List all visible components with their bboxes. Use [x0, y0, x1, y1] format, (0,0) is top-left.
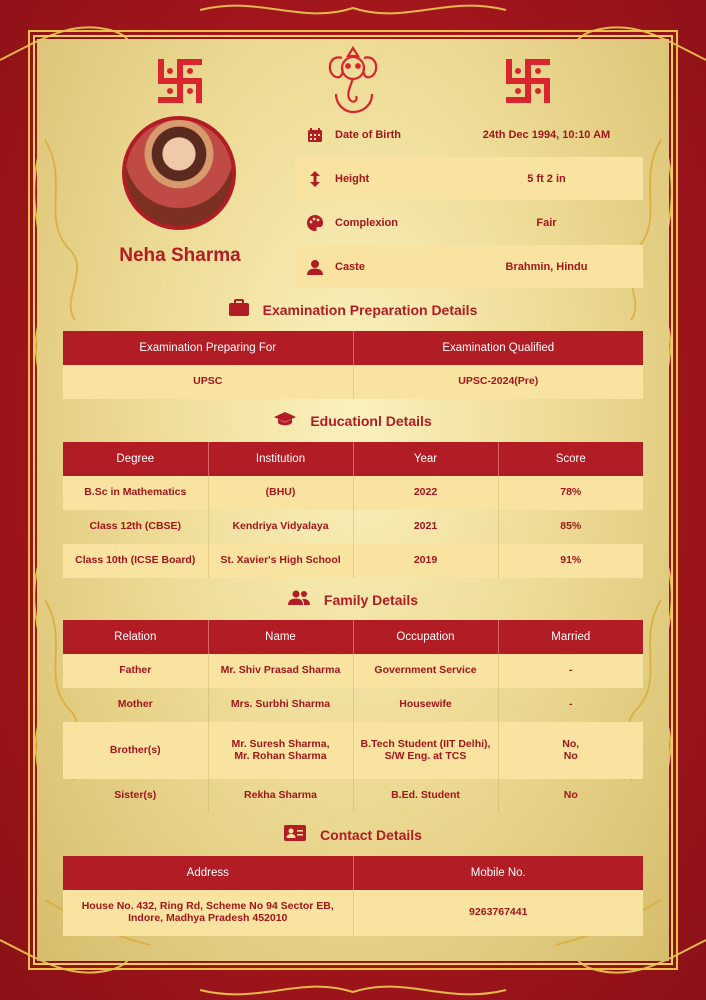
contact-table: Address Mobile No. House No. 432, Ring R… [63, 856, 643, 936]
table-row: Class 10th (ICSE Board) St. Xavier's Hig… [63, 544, 643, 578]
height-label: Height [335, 172, 370, 185]
table-row: Father Mr. Shiv Prasad Sharma Government… [63, 654, 643, 688]
family-section-title: Family Details [63, 586, 643, 614]
education-cell: 2021 [352, 510, 498, 544]
info-row-height: Height 5 ft 2 in [295, 157, 643, 200]
dob-label: Date of Birth [335, 128, 401, 141]
info-row-caste: Caste Brahmin, Hindu [295, 245, 643, 288]
person-icon [295, 259, 335, 275]
dob-value: 24th Dec 1994, 10:10 AM [482, 128, 611, 141]
education-cell: 85% [497, 510, 643, 544]
education-cell: Kendriya Vidyalaya [207, 510, 353, 544]
family-cell: Mother [117, 698, 153, 711]
calendar-icon [295, 127, 335, 143]
education-cell: Class 10th (ICSE Board) [63, 544, 208, 578]
family-cell: Sister(s) [114, 789, 157, 802]
palette-icon [295, 214, 335, 232]
complexion-value: Fair [536, 216, 557, 229]
family-header: Married [498, 620, 643, 654]
swastik-icon [158, 59, 202, 103]
profile-photo [122, 116, 236, 230]
family-cell: Government Service [352, 654, 498, 688]
table-row: Mother Mrs. Surbhi Sharma Housewife - [63, 688, 643, 722]
ganesha-icon [328, 45, 378, 114]
table-row: Brother(s) Mr. Suresh Sharma, Mr. Rohan … [63, 722, 643, 779]
address-cell: House No. 432, Ring Rd, Scheme No 94 Sec… [63, 890, 353, 936]
info-row-dob: Date of Birth 24th Dec 1994, 10:10 AM [295, 113, 643, 156]
family-cell: B.Ed. Student [352, 779, 498, 813]
education-cell: (BHU) [207, 476, 353, 510]
education-header: Score [498, 442, 643, 476]
family-title: Family Details [323, 592, 419, 608]
height-value: 5 ft 2 in [527, 172, 566, 185]
exam-title: Examination Preparation Details [262, 302, 478, 318]
education-cell: 91% [497, 544, 643, 578]
education-cell: B.Sc in Mathematics [63, 476, 208, 510]
education-cell: St. Xavier's High School [207, 544, 353, 578]
family-table: Relation Name Occupation Married Father … [63, 620, 643, 813]
swastik-icon [506, 59, 550, 103]
education-section-title: Educationl Details [63, 407, 643, 435]
exam-cell: UPSC [63, 365, 353, 399]
contact-title: Contact Details [320, 827, 422, 843]
family-cell: - [497, 654, 643, 688]
family-cell: Brother(s) [63, 722, 208, 779]
graduation-cap-icon [274, 411, 297, 432]
education-header: Degree [63, 442, 209, 476]
exam-section-title: Examination Preparation Details [63, 296, 643, 324]
exam-table: Examination Preparing For Examination Qu… [63, 331, 643, 399]
education-title: Educationl Details [310, 413, 432, 429]
profile-name: Neha Sharma [119, 245, 241, 266]
table-row: UPSC UPSC-2024(Pre) [63, 365, 643, 399]
exam-header: Examination Preparing For [63, 331, 354, 365]
education-header: Institution [208, 442, 354, 476]
education-cell: 2022 [352, 476, 498, 510]
table-row: House No. 432, Ring Rd, Scheme No 94 Sec… [63, 890, 643, 936]
table-row: Class 12th (CBSE) Kendriya Vidyalaya 202… [63, 510, 643, 544]
education-cell: Class 12th (CBSE) [89, 520, 182, 533]
contact-card-icon [284, 824, 307, 846]
education-table: Degree Institution Year Score B.Sc in Ma… [63, 442, 643, 578]
family-cell: - [497, 688, 643, 722]
table-row: Sister(s) Rekha Sharma B.Ed. Student No [63, 779, 643, 813]
caste-label: Caste [335, 260, 365, 273]
education-cell: 78% [497, 476, 643, 510]
education-cell: 2019 [352, 544, 498, 578]
contact-section-title: Contact Details [63, 821, 643, 849]
family-cell: Father [63, 654, 208, 688]
mobile-cell: 9263767441 [352, 890, 643, 936]
briefcase-icon [228, 299, 249, 321]
exam-header: Examination Qualified [353, 331, 643, 365]
family-header: Relation [63, 620, 209, 654]
complexion-label: Complexion [335, 216, 398, 229]
info-row-complexion: Complexion Fair [295, 201, 643, 244]
family-header: Name [208, 620, 354, 654]
family-cell: No [497, 779, 643, 813]
family-cell: Mr. Suresh Sharma, Mr. Rohan Sharma [207, 722, 353, 779]
family-cell: B.Tech Student (IIT Delhi), S/W Eng. at … [352, 722, 498, 779]
contact-header: Address [63, 856, 354, 890]
family-cell: Mrs. Surbhi Sharma [207, 688, 353, 722]
table-row: B.Sc in Mathematics (BHU) 2022 78% [63, 476, 643, 510]
family-cell: No, No [497, 722, 643, 779]
family-header: Occupation [353, 620, 499, 654]
exam-cell: UPSC-2024(Pre) [352, 365, 643, 399]
education-header: Year [353, 442, 499, 476]
caste-value: Brahmin, Hindu [505, 260, 588, 273]
family-cell: Mr. Shiv Prasad Sharma [207, 654, 353, 688]
contact-header: Mobile No. [353, 856, 643, 890]
family-cell: Housewife [352, 688, 498, 722]
family-cell: Rekha Sharma [207, 779, 353, 813]
height-arrows-icon [295, 170, 335, 188]
people-icon [287, 590, 310, 610]
